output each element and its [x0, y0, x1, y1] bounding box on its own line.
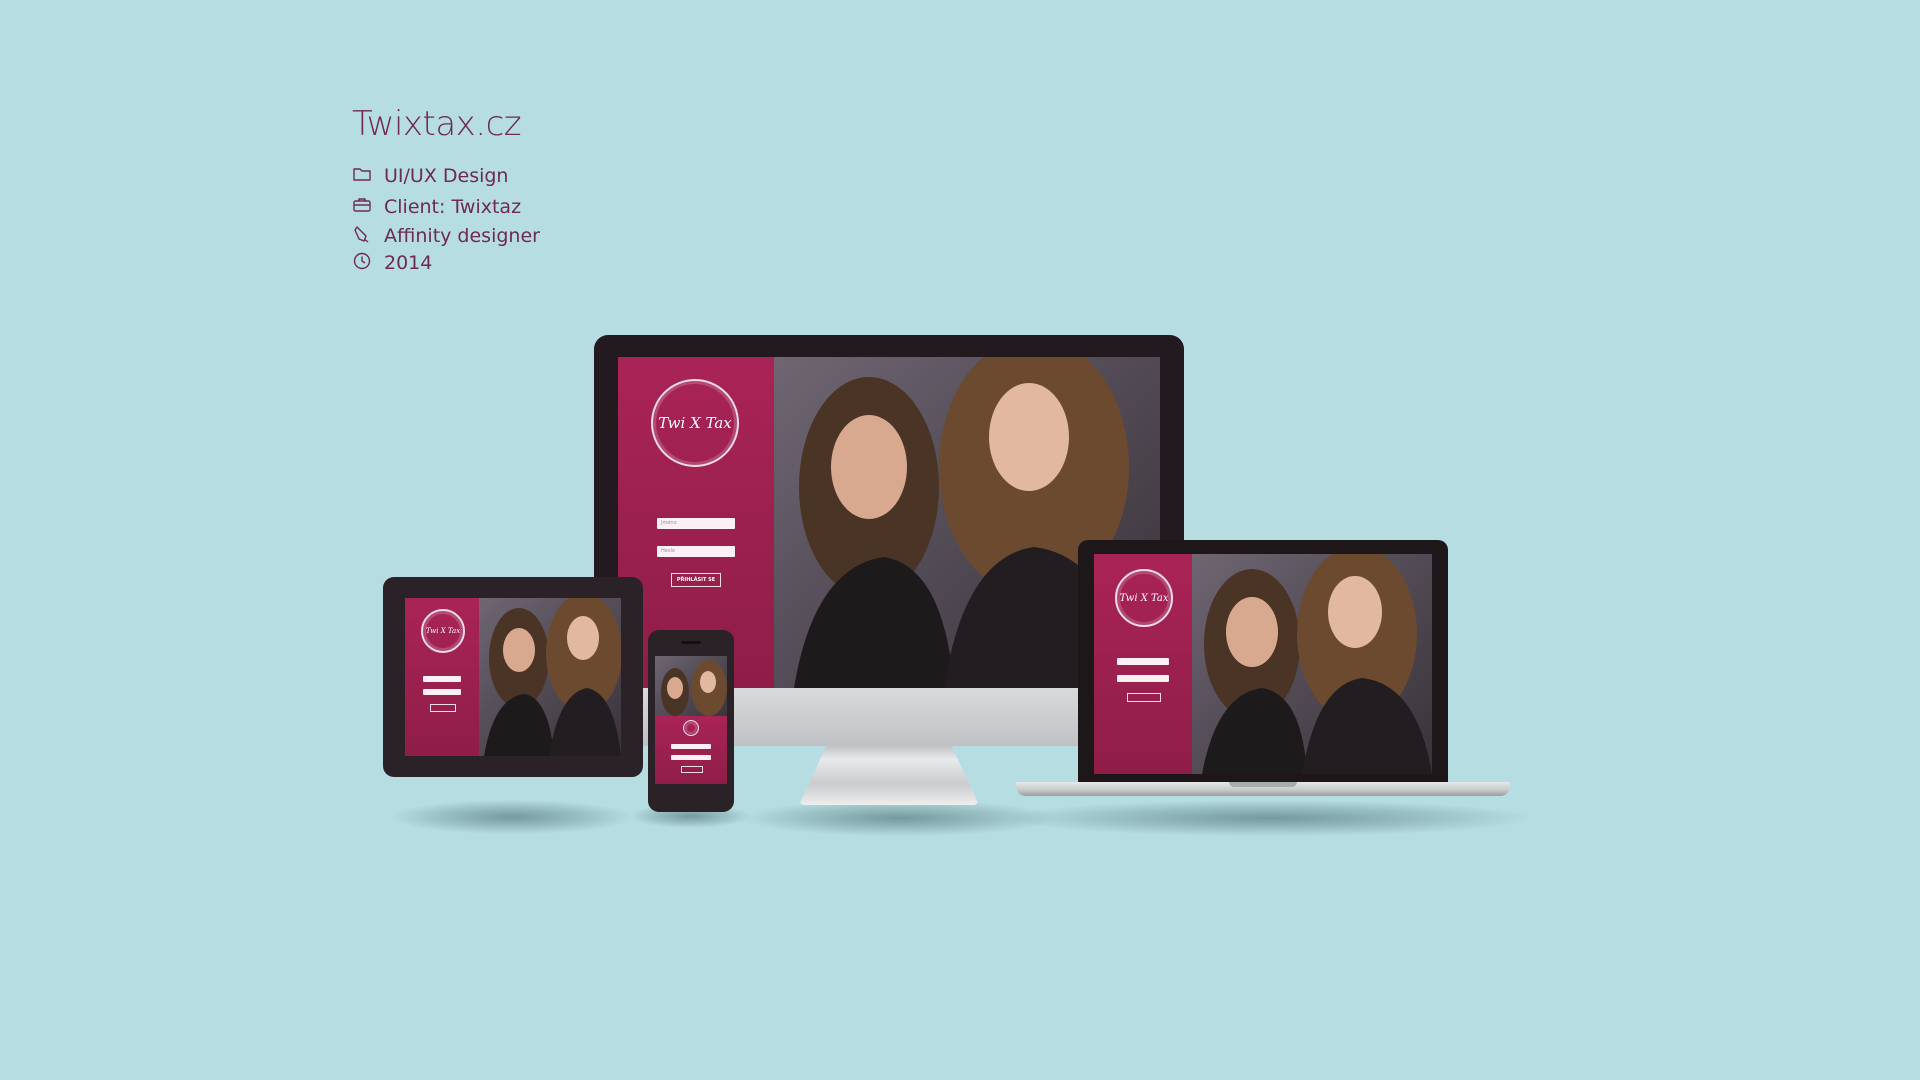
laptop-login-button[interactable]	[1127, 693, 1161, 702]
phone-speaker	[681, 641, 701, 644]
detail-client: Client: Twixtaz	[352, 193, 521, 221]
brand-logo: Twi X Tax	[651, 379, 739, 467]
phone-screen	[655, 656, 727, 784]
laptop-password-field[interactable]	[1117, 675, 1169, 682]
folder-icon	[352, 164, 372, 189]
phone-login-panel	[655, 716, 727, 784]
project-title: Twixtax.cz	[352, 104, 522, 144]
login-button[interactable]: PŘIHLÁSIT SE	[671, 573, 721, 587]
laptop-screen: Twi X Tax	[1094, 554, 1432, 774]
tablet-hero-photo	[479, 598, 621, 756]
tablet-mockup: Twi X Tax	[383, 577, 643, 777]
tablet-shadow	[392, 800, 632, 834]
pen-icon	[352, 224, 372, 249]
detail-year-text: 2014	[384, 252, 433, 274]
laptop-brand-logo: Twi X Tax	[1115, 569, 1173, 627]
tablet-screen: Twi X Tax	[405, 598, 621, 756]
detail-category: UI/UX Design	[352, 162, 508, 190]
detail-tool: Affinity designer	[352, 222, 540, 250]
tablet-password-field[interactable]	[423, 689, 461, 695]
laptop-mockup: Twi X Tax	[1016, 540, 1510, 805]
phone-login-button[interactable]	[681, 766, 703, 773]
phone-hero-photo	[655, 656, 727, 720]
phone-username-field[interactable]	[671, 744, 711, 749]
detail-client-text: Client: Twixtaz	[384, 196, 522, 218]
detail-tool-text: Affinity designer	[384, 225, 540, 247]
phone-brand-logo	[683, 720, 699, 736]
phone-password-field[interactable]	[671, 755, 711, 760]
tablet-login-panel: Twi X Tax	[405, 598, 479, 756]
laptop-hero-photo	[1192, 554, 1432, 774]
clock-icon	[352, 251, 372, 276]
password-field[interactable]: Heslo	[657, 546, 735, 557]
username-field[interactable]: Jméno	[657, 518, 735, 529]
detail-category-text: UI/UX Design	[384, 165, 509, 187]
tablet-brand-logo: Twi X Tax	[421, 609, 465, 653]
laptop-shadow	[1010, 800, 1530, 836]
briefcase-icon	[352, 195, 372, 220]
tablet-username-field[interactable]	[423, 676, 461, 682]
phone-mockup	[648, 630, 734, 812]
laptop-notch	[1229, 782, 1297, 787]
imac-shadow	[745, 800, 1055, 836]
tablet-login-button[interactable]	[430, 704, 456, 712]
laptop-username-field[interactable]	[1117, 658, 1169, 665]
laptop-login-panel: Twi X Tax	[1094, 554, 1192, 774]
detail-year: 2014	[352, 249, 432, 277]
